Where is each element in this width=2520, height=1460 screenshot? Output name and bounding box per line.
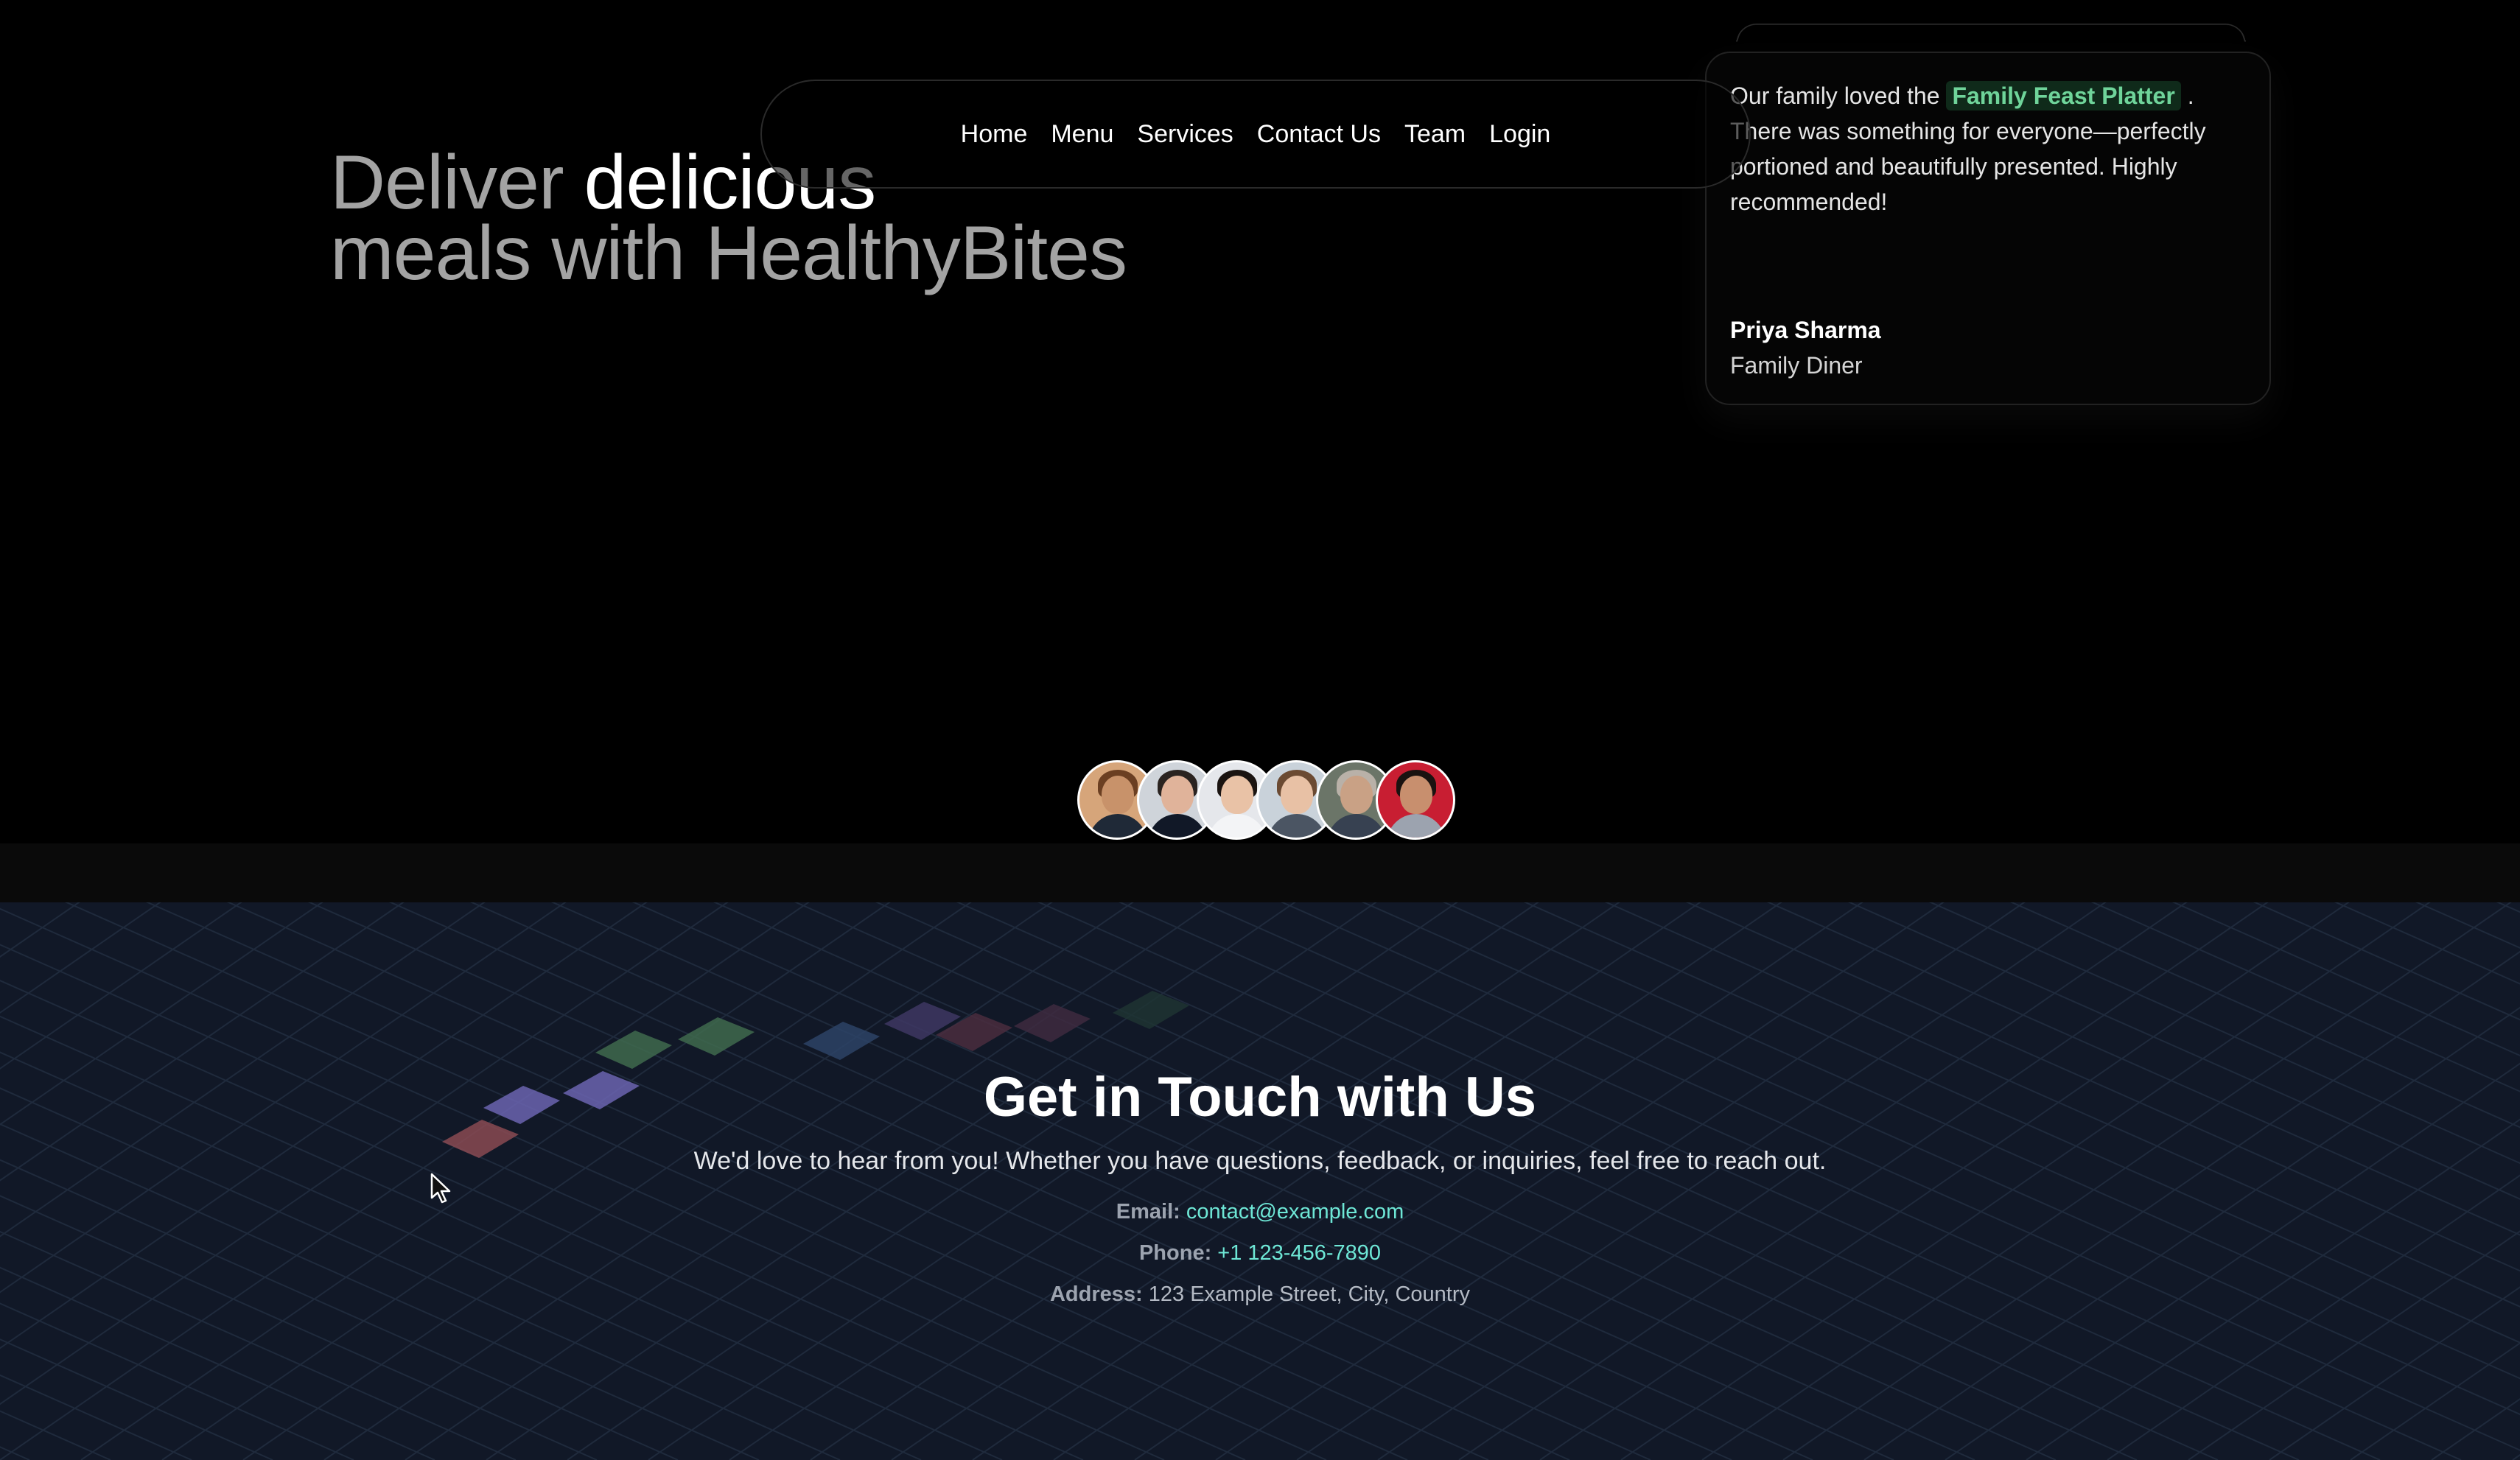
avatar-face bbox=[1161, 776, 1194, 814]
highlighted-dish: Family Feast Platter bbox=[1946, 81, 2181, 110]
hero-line-2: meals with HealthyBites bbox=[330, 211, 1127, 296]
quote-text-before: Our family loved the bbox=[1730, 83, 1940, 109]
contact-title: Get in Touch with Us bbox=[983, 1066, 1537, 1129]
nav-contact-us[interactable]: Contact Us bbox=[1257, 120, 1381, 149]
testimonial-author: Priya Sharma Family Diner bbox=[1730, 312, 1881, 383]
testimonial-card-behind bbox=[1735, 24, 2247, 42]
avatar-face bbox=[1340, 776, 1373, 814]
avatar-shoulders bbox=[1148, 814, 1207, 838]
address-label: Address: bbox=[1049, 1282, 1143, 1306]
email-link[interactable]: contact@example.com bbox=[1186, 1200, 1404, 1224]
author-role: Family Diner bbox=[1730, 352, 1863, 379]
hero-section: Deliver delicious meals with HealthyBite… bbox=[0, 0, 2520, 843]
avatar-face bbox=[1221, 776, 1253, 814]
contact-content: Get in Touch with Us We'd love to hear f… bbox=[0, 1064, 2520, 1315]
avatar-face bbox=[1400, 776, 1432, 814]
decorative-grid-tile bbox=[595, 1031, 672, 1069]
hero-word: with bbox=[551, 211, 685, 296]
hero-word: meals bbox=[330, 211, 531, 296]
decorative-grid-tile bbox=[1113, 991, 1189, 1029]
contact-section: Get in Touch with Us We'd love to hear f… bbox=[0, 902, 2520, 1460]
testimonial-quote: Our family loved the Family Feast Platte… bbox=[1730, 78, 2246, 220]
avatar-shoulders bbox=[1327, 814, 1386, 838]
avatar-shoulders bbox=[1208, 814, 1267, 838]
hero-word: HealthyBites bbox=[705, 211, 1127, 296]
phone-line: Phone: +1 123-456-7890 bbox=[0, 1232, 2520, 1274]
section-divider-band bbox=[0, 843, 2520, 902]
phone-link[interactable]: +1 123-456-7890 bbox=[1217, 1241, 1381, 1265]
contact-subtitle: We'd love to hear from you! Whether you … bbox=[693, 1147, 1827, 1175]
nav-home[interactable]: Home bbox=[961, 120, 1028, 149]
contact-info: Email: contact@example.com Phone: +1 123… bbox=[0, 1191, 2520, 1315]
mouse-cursor-icon bbox=[430, 1173, 451, 1204]
phone-label: Phone: bbox=[1138, 1241, 1212, 1265]
avatar-shoulders bbox=[1387, 814, 1446, 838]
nav-menu[interactable]: Menu bbox=[1051, 120, 1113, 149]
avatar-shoulders bbox=[1267, 814, 1326, 838]
nav-team[interactable]: Team bbox=[1404, 120, 1466, 149]
email-line: Email: contact@example.com bbox=[0, 1191, 2520, 1232]
nav-login[interactable]: Login bbox=[1489, 120, 1550, 149]
team-avatar[interactable] bbox=[1376, 760, 1455, 840]
decorative-grid-tile bbox=[1014, 1004, 1091, 1042]
testimonial-card: Our family loved the Family Feast Platte… bbox=[1705, 52, 2271, 405]
nav-services[interactable]: Services bbox=[1137, 120, 1233, 149]
address-line: Address: 123 Example Street, City, Count… bbox=[0, 1274, 2520, 1315]
avatar-face bbox=[1102, 776, 1134, 814]
avatar-face bbox=[1281, 776, 1313, 814]
address-value: 123 Example Street, City, Country bbox=[1148, 1282, 1471, 1306]
author-name: Priya Sharma bbox=[1730, 317, 1881, 343]
main-nav: Home Menu Services Contact Us Team Login bbox=[760, 80, 1751, 189]
email-label: Email: bbox=[1116, 1200, 1180, 1224]
avatar-shoulders bbox=[1088, 814, 1147, 838]
